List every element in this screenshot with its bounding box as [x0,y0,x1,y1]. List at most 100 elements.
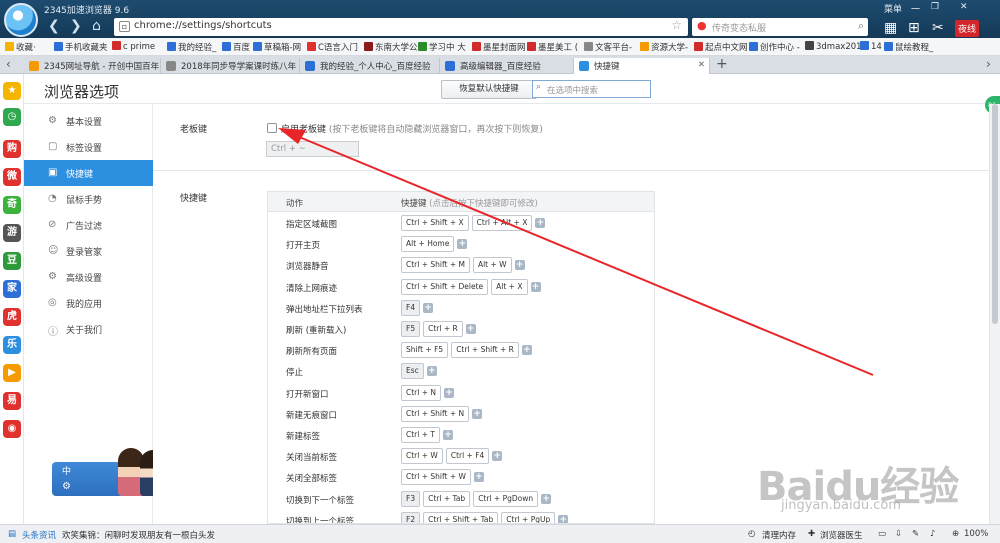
shortcut-key-box[interactable]: Ctrl + N [401,384,442,401]
restore-button[interactable]: ❐ [931,2,939,12]
brush-icon[interactable]: ✎ [912,529,919,539]
shortcut-key-box[interactable]: Ctrl + Shift + N [401,405,470,422]
download-icon[interactable]: ⇩ [895,529,902,539]
stop-button[interactable]: 夜线 [955,20,980,37]
bookmark-item[interactable]: 起点中文网 [694,41,748,53]
tab-homework[interactable]: 2018年同步导学案课时练八年 [161,58,300,74]
video-icon[interactable]: ▶ [3,364,21,382]
add-shortcut-icon[interactable]: + [541,493,552,504]
nav-login-manager[interactable]: ☺ 登录管家 [24,238,153,264]
gear-icon[interactable]: ⚙ [62,481,71,492]
zoom-level[interactable]: 100% [964,529,988,539]
shortcut-key-box[interactable]: Shift + F5 [401,342,449,359]
add-shortcut-icon[interactable]: + [535,218,546,228]
add-shortcut-icon[interactable]: + [426,366,437,377]
scrollbar-thumb[interactable] [992,104,998,324]
bookmark-item[interactable]: 资源大学- [640,41,688,53]
bookmark-item[interactable]: 墨星封面网 [472,41,526,53]
history-clock-icon[interactable]: ◷ [3,108,21,126]
search-engine-icon[interactable]: ● [697,19,707,32]
douban-icon[interactable]: 豆 [3,252,21,270]
shortcut-key-box[interactable]: Alt + Home [401,236,455,253]
bookmark-item[interactable]: 草稿箱-网 [253,41,301,53]
nav-about-us[interactable]: ⓘ 关于我们 [24,316,153,342]
bookmark-item[interactable]: 14 [860,41,882,52]
shortcut-key-box[interactable]: Ctrl + F4 [445,448,490,465]
add-shortcut-icon[interactable]: + [444,387,455,398]
bookmark-item[interactable]: 鼠绘教程_ [884,41,933,53]
forward-icon[interactable]: ❯ [70,18,82,34]
add-shortcut-icon[interactable]: + [530,281,541,292]
minimize-button[interactable]: 一 [911,2,920,15]
address-bar[interactable]: ▫ chrome://settings/shortcuts ☆ [114,18,688,36]
shortcut-key-box[interactable]: Ctrl + W [401,448,443,465]
tab-scroll-left-icon[interactable]: ‹ [6,57,11,71]
search-icon[interactable]: ⌕ [858,19,864,33]
new-tab-icon[interactable]: + [716,56,728,72]
shopping-icon[interactable]: 购 [3,140,21,158]
shortcut-key-box[interactable]: Ctrl + Shift + Tab [423,511,499,523]
iqiyi-icon[interactable]: 奇 [3,196,21,214]
shortcut-key-box[interactable]: Esc [401,363,424,380]
bookmark-item[interactable]: c prime [112,41,155,52]
news-ticker[interactable]: 欢笑集锦：闲聊时发现朋友有一根白头发 [62,529,215,541]
shortcut-key-box[interactable]: F4 [401,299,421,316]
bookmark-item[interactable]: 手机收藏夹 [54,41,108,53]
game-icon[interactable]: 游 [3,224,21,242]
home-icon[interactable]: 家 [3,280,21,298]
le-icon[interactable]: 乐 [3,336,21,354]
bookmark-item[interactable]: 墨星美工 ( [527,41,578,53]
add-shortcut-icon[interactable]: + [423,302,434,313]
add-shortcut-icon[interactable]: + [473,472,484,483]
bookmark-star-icon[interactable]: ☆ [671,18,682,32]
bookmark-item[interactable]: 文客平台- [584,41,632,53]
back-icon[interactable]: ❮ [48,18,60,34]
tab-editor[interactable]: 高级编辑器_百度经验 [440,58,574,74]
shortcut-key-box[interactable]: Ctrl + T [401,427,440,443]
weibo-icon[interactable]: 微 [3,168,21,186]
circle-app-icon[interactable]: ◉ [3,420,21,438]
add-shortcut-icon[interactable]: + [457,239,468,250]
shortcut-key-box[interactable]: Ctrl + Shift + W [401,469,471,486]
shortcut-key-box[interactable]: Ctrl + Alt + X [471,215,533,231]
bookmark-item[interactable]: 创作中心 - [749,41,800,53]
nav-tab-settings[interactable]: ▢ 标签设置 [24,134,153,160]
add-shortcut-icon[interactable]: + [442,430,453,440]
nav-ad-filter[interactable]: ⊘ 广告过滤 [24,212,153,238]
nav-advanced-settings[interactable]: ⚙ 高级设置 [24,264,153,290]
bookmark-item[interactable]: 我的经验_ [167,41,216,53]
add-shortcut-icon[interactable]: + [465,324,476,334]
shortcut-key-box[interactable]: Ctrl + PgUp [501,511,556,523]
nav-basic-settings[interactable]: ⚙ 基本设置 [24,108,153,134]
yi-icon[interactable]: 易 [3,392,21,410]
device-icon[interactable]: ▭ [878,529,886,539]
add-shortcut-icon[interactable]: + [514,260,525,271]
shortcut-key-box[interactable]: Ctrl + Shift + R [451,342,519,359]
reset-shortcuts-button[interactable]: 恢复默认快捷键 [441,80,537,99]
shortcut-key-box[interactable]: Alt + W [472,257,512,274]
bookmark-item[interactable]: 东南大学公 [364,41,418,53]
tiger-icon[interactable]: 虎 [3,308,21,326]
nav-shortcuts[interactable]: ▣ 快捷键 [24,160,160,186]
shortcut-key-box[interactable]: Ctrl + R [423,321,463,337]
tools-icon[interactable]: ✂ [932,20,944,36]
close-window-button[interactable]: ✕ [960,2,968,12]
shortcut-key-box[interactable]: Alt + X [491,278,528,295]
menu-button[interactable]: 菜单 [884,2,902,15]
top-search-box[interactable]: ● 传奇变态私服 ⌕ [692,18,868,36]
shortcut-key-box[interactable]: F5 [401,321,421,337]
shortcut-key-box[interactable]: Ctrl + Tab [423,490,471,507]
bookmark-item[interactable]: 百度 [222,41,250,53]
shortcut-key-box[interactable]: Ctrl + Shift + X [401,215,469,231]
page-scrollbar[interactable] [989,104,1000,524]
tab-scroll-right-icon[interactable]: › [986,57,991,71]
bookmark-item[interactable]: 3dmax201 [805,41,862,52]
add-shortcut-icon[interactable]: + [492,451,503,462]
tab-jingyan-center[interactable]: 我的经验_个人中心_百度经验 [300,58,440,74]
shortcut-key-box[interactable]: Ctrl + PgDown [473,490,539,507]
boss-key-checkbox-label[interactable]: 启用老板键 (按下老板键将自动隐藏浏览器窗口，再次按下则恢复) [281,122,543,135]
add-shortcut-icon[interactable]: + [521,345,532,356]
shortcut-key-box[interactable]: F2 [401,511,421,523]
grid-apps-icon[interactable]: ▦ [884,20,897,36]
add-shortcut-icon[interactable]: + [472,408,483,419]
